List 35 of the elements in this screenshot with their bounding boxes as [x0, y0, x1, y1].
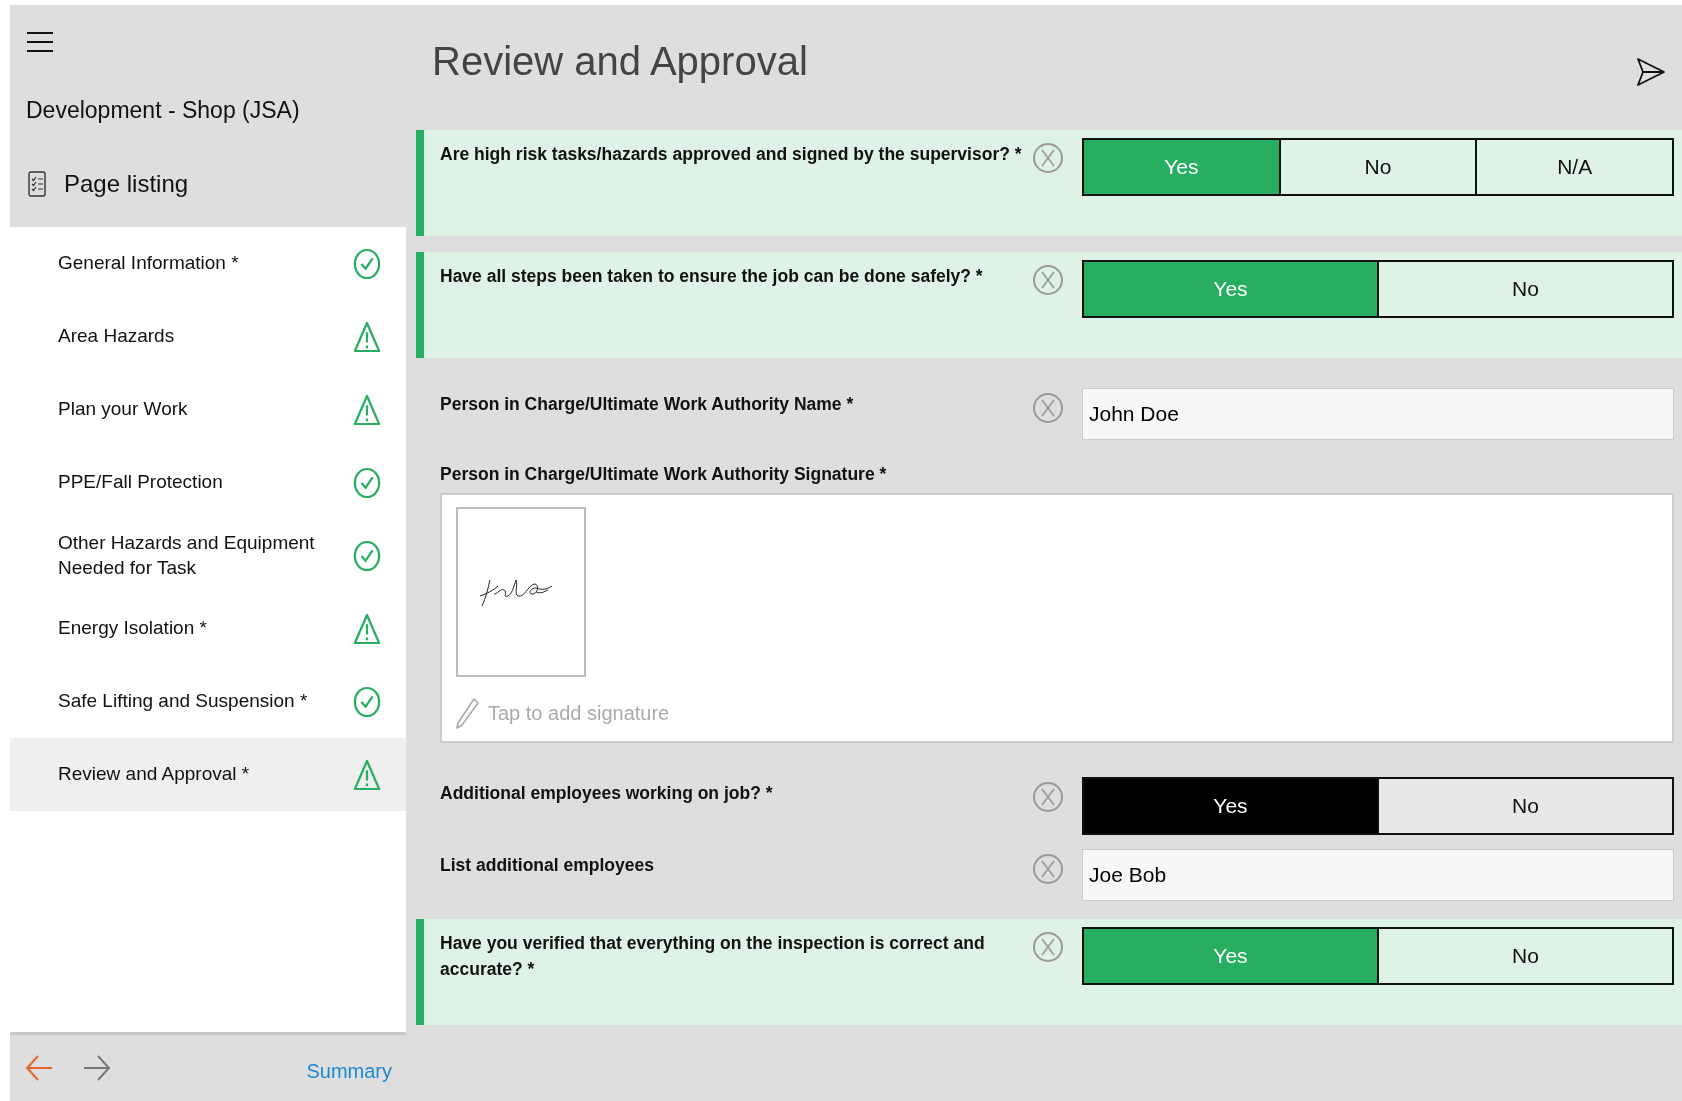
clear-icon[interactable]: [1032, 142, 1064, 174]
question-label: Person in Charge/Ultimate Work Authority Name *: [440, 393, 855, 416]
option-button[interactable]: No: [1377, 779, 1672, 834]
page-list-item[interactable]: PPE/Fall Protection: [10, 446, 406, 519]
text-field[interactable]: John Doe: [1082, 388, 1674, 440]
clear-icon[interactable]: [1032, 853, 1064, 886]
menu-icon[interactable]: [26, 31, 54, 53]
page-list-item[interactable]: General Information *: [10, 227, 406, 300]
send-icon[interactable]: [1636, 57, 1666, 87]
question-label: Additional employees working on job? *: [440, 782, 774, 806]
section-heading: Page listing: [64, 170, 189, 198]
page-list-item[interactable]: Review and Approval *: [10, 738, 406, 811]
question-label: List additional employees: [440, 854, 655, 878]
checklist-icon: [28, 171, 46, 197]
pencil-icon: [456, 697, 480, 730]
back-arrow-icon[interactable]: [24, 1053, 54, 1083]
clear-icon[interactable]: [1032, 781, 1064, 814]
question-label: Have all steps been taken to ensure the job can be done safely? *: [440, 265, 984, 288]
page-list-item[interactable]: Safe Lifting and Suspension *: [10, 665, 406, 738]
page-list-item[interactable]: Other Hazards and Equipment Needed for Task: [10, 519, 406, 592]
clear-icon[interactable]: [1032, 931, 1064, 964]
option-button[interactable]: Yes: [1084, 779, 1377, 834]
clear-icon[interactable]: [1032, 392, 1064, 424]
signature-thumbnail[interactable]: [456, 507, 586, 678]
form-title: Development - Shop (JSA): [26, 97, 301, 124]
page-list-item[interactable]: Area Hazards: [10, 300, 406, 373]
question-label: Person in Charge/Ultimate Work Authority Signature *: [440, 463, 888, 486]
page-list-item[interactable]: Energy Isolation *: [10, 592, 406, 665]
page-title: Review and Approval: [432, 39, 808, 84]
text-field[interactable]: Joe Bob: [1082, 849, 1674, 902]
question-label: Have you verified that everything on the inspection is correct and accurate? *: [440, 932, 986, 981]
clear-icon[interactable]: [1032, 264, 1064, 296]
forward-arrow-icon[interactable]: [82, 1053, 112, 1083]
page-list-item[interactable]: Plan your Work: [10, 373, 406, 446]
question-label: Are high risk tasks/hazards approved and signed by the supervisor? *: [440, 143, 1023, 166]
